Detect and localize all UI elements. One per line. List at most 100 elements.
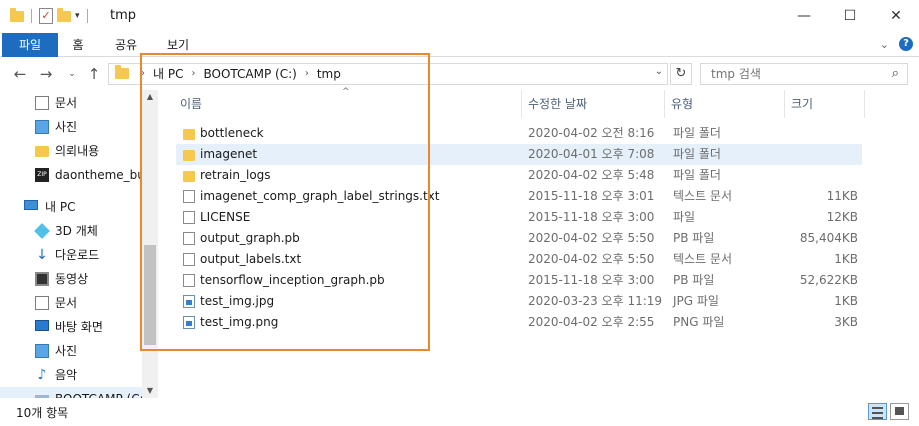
chevron-right-icon[interactable]: › (191, 64, 195, 84)
file-row[interactable]: imagenet 2020-04-01 오후 7:08 파일 폴더 (176, 144, 862, 165)
file-icon (183, 232, 195, 245)
customize-toolbar-icon[interactable]: ▾ (75, 11, 80, 21)
text-file-icon (183, 253, 195, 266)
recent-locations-icon[interactable]: ⌄ (62, 64, 82, 84)
column-header-name[interactable]: 이름 (174, 90, 522, 118)
3d-objects-icon (34, 223, 50, 239)
breadcrumb-bootcamp[interactable]: BOOTCAMP (C:) (203, 64, 296, 84)
file-row[interactable]: test_img.png 2020-04-02 오후 2:55 PNG 파일 3… (176, 312, 862, 333)
properties-icon[interactable]: ✓ (39, 8, 53, 24)
item-count: 10개 항목 (16, 406, 69, 420)
file-row[interactable]: LICENSE 2015-11-18 오후 3:00 파일 12KB (176, 207, 862, 228)
tab-share[interactable]: 공유 (106, 33, 146, 57)
chevron-down-icon[interactable]: ⌄ (655, 66, 663, 77)
sidebar-item-pictures-pc[interactable]: 사진 (0, 339, 142, 363)
sidebar-item-this-pc[interactable]: 내 PC (0, 195, 142, 219)
image-file-icon (183, 316, 195, 329)
quick-access-toolbar: ✓ ▾ (10, 7, 91, 24)
scroll-up-icon[interactable]: ▲ (142, 90, 158, 104)
chevron-right-icon[interactable]: › (141, 64, 145, 84)
tab-home[interactable]: 홈 (60, 33, 96, 57)
folder-icon (35, 146, 49, 157)
sidebar-item-music[interactable]: ♪ 음악 (0, 363, 142, 387)
download-icon: ↓ (36, 247, 48, 263)
folder-icon (10, 7, 24, 22)
file-icon (183, 274, 195, 287)
music-icon: ♪ (37, 367, 47, 383)
navigation-bar: ← → ⌄ ↑ › 내 PC › BOOTCAMP (C:) › tmp ⌄ ↻… (0, 58, 919, 90)
sidebar-item-videos[interactable]: 동영상 (0, 267, 142, 291)
breadcrumb: › 내 PC › BOOTCAMP (C:) › tmp (141, 64, 341, 84)
window-title: tmp (110, 8, 137, 23)
picture-icon (35, 344, 49, 358)
file-icon (183, 211, 195, 224)
sidebar-item-documents[interactable]: 문서 (0, 91, 142, 115)
ribbon-tabs: 파일 홈 공유 보기 ⌄ ? (0, 33, 919, 57)
sidebar-item-pictures[interactable]: 사진 (0, 115, 142, 139)
tab-view[interactable]: 보기 (156, 33, 200, 57)
divider (86, 9, 88, 23)
folder-icon (183, 150, 195, 161)
maximize-button[interactable]: ☐ (827, 0, 873, 33)
folder-icon (183, 171, 195, 182)
minimize-button[interactable]: — (781, 0, 827, 33)
navigation-pane: 문서 사진 의뢰내용 ZIP daontheme_bus 내 PC 3D 개체 … (0, 90, 158, 398)
status-bar: 10개 항목 (0, 398, 919, 426)
column-header-type[interactable]: 유형 (665, 90, 785, 118)
file-row[interactable]: output_graph.pb 2020-04-02 오후 5:50 PB 파일… (176, 228, 862, 249)
new-folder-icon[interactable] (57, 7, 71, 22)
large-icons-view-icon[interactable] (890, 403, 909, 420)
sidebar-item-daontheme[interactable]: ZIP daontheme_bus (0, 163, 142, 187)
address-bar[interactable]: › 내 PC › BOOTCAMP (C:) › tmp ⌄ (108, 63, 668, 85)
chevron-right-icon[interactable]: › (305, 64, 309, 84)
file-row[interactable]: retrain_logs 2020-04-02 오후 5:48 파일 폴더 (176, 165, 862, 186)
folder-icon (183, 129, 195, 140)
sidebar-item-documents-pc[interactable]: 문서 (0, 291, 142, 315)
ribbon-controls: ⌄ ? (880, 37, 913, 51)
sidebar-item-bootcamp[interactable]: BOOTCAMP (C:) (0, 387, 142, 398)
file-row[interactable]: tensorflow_inception_graph.pb 2015-11-18… (176, 270, 862, 291)
scrollbar-thumb[interactable] (144, 245, 156, 345)
file-row[interactable]: bottleneck 2020-04-02 오전 8:16 파일 폴더 (176, 123, 862, 144)
desktop-icon (35, 320, 49, 331)
sidebar-item-desktop[interactable]: 바탕 화면 (0, 315, 142, 339)
scroll-down-icon[interactable]: ▼ (142, 384, 158, 398)
breadcrumb-tmp[interactable]: tmp (317, 64, 341, 84)
pc-icon (24, 200, 38, 210)
up-icon[interactable]: ↑ (84, 64, 104, 84)
details-view-icon[interactable] (868, 403, 887, 420)
refresh-button[interactable]: ↻ (670, 63, 692, 85)
video-icon (35, 272, 49, 286)
sidebar-item-downloads[interactable]: ↓ 다운로드 (0, 243, 142, 267)
back-icon[interactable]: ← (10, 64, 30, 84)
search-icon[interactable]: ⌕ (892, 66, 899, 81)
column-header-row: ^ 이름 수정한 날짜 유형 크기 (158, 87, 919, 118)
breadcrumb-this-pc[interactable]: 내 PC (153, 64, 183, 84)
zip-icon: ZIP (35, 168, 49, 182)
column-header-date[interactable]: 수정한 날짜 (522, 90, 665, 118)
search-box[interactable]: ⌕ (700, 63, 908, 85)
document-icon (35, 96, 49, 110)
help-icon[interactable]: ? (899, 37, 913, 51)
text-file-icon (183, 190, 195, 203)
sidebar-item-request-content[interactable]: 의뢰내용 (0, 139, 142, 163)
file-row[interactable]: output_labels.txt 2020-04-02 오후 5:50 텍스트… (176, 249, 862, 270)
tab-file[interactable]: 파일 (2, 33, 58, 57)
close-button[interactable]: ✕ (873, 0, 919, 33)
sidebar-item-3d-objects[interactable]: 3D 개체 (0, 219, 142, 243)
picture-icon (35, 120, 49, 134)
image-file-icon (183, 295, 195, 308)
divider (31, 9, 32, 23)
search-input[interactable] (701, 64, 881, 84)
file-row[interactable]: imagenet_comp_graph_label_strings.txt 20… (176, 186, 862, 207)
column-header-size[interactable]: 크기 (785, 90, 865, 118)
forward-icon[interactable]: → (36, 64, 56, 84)
file-row[interactable]: test_img.jpg 2020-03-23 오후 11:19 JPG 파일 … (176, 291, 862, 312)
title-bar: ✓ ▾ tmp — ☐ ✕ (0, 0, 919, 33)
document-icon (35, 296, 49, 310)
file-list: ^ 이름 수정한 날짜 유형 크기 bottleneck 2020-04-02 … (158, 87, 919, 398)
expand-ribbon-icon[interactable]: ⌄ (880, 38, 889, 51)
folder-icon (115, 65, 129, 79)
sidebar-scrollbar[interactable]: ▲ ▼ (142, 90, 158, 398)
file-explorer-window: ✓ ▾ tmp — ☐ ✕ 파일 홈 공유 보기 ⌄ ? ← → ⌄ ↑ › 내… (0, 0, 919, 426)
